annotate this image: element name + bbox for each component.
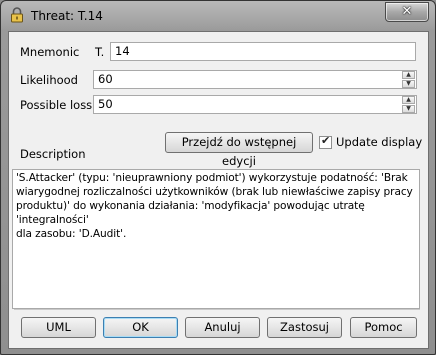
update-display-checkbox[interactable]: ✔ xyxy=(319,134,332,149)
mnemonic-value: 14 xyxy=(115,44,130,58)
possible-loss-down-arrow-icon[interactable]: ▼ xyxy=(402,105,415,113)
possible-loss-spinner[interactable]: 50 ▲ ▼ xyxy=(93,95,417,114)
close-icon: ✕ xyxy=(401,4,413,19)
help-button[interactable]: Pomoc xyxy=(350,317,417,338)
title-bar[interactable]: Threat: T.14 ✕ xyxy=(1,1,435,31)
likelihood-up-arrow-icon[interactable]: ▲ xyxy=(402,71,415,79)
ok-button[interactable]: OK xyxy=(103,317,178,338)
description-textarea[interactable]: 'S.Attacker' (typu: 'nieuprawniony podmi… xyxy=(12,169,420,309)
likelihood-down-arrow-icon[interactable]: ▼ xyxy=(402,80,415,88)
possible-loss-up-arrow-icon[interactable]: ▲ xyxy=(402,96,415,104)
likelihood-value: 60 xyxy=(98,72,113,86)
threat-dialog-window: Threat: T.14 ✕ Mnemonic T. 14 Likelihood… xyxy=(0,0,436,355)
uml-button[interactable]: UML xyxy=(21,317,96,338)
possible-loss-spin-buttons: ▲ ▼ xyxy=(402,96,415,113)
close-button[interactable]: ✕ xyxy=(385,2,429,22)
possible-loss-label: Possible loss xyxy=(20,98,93,112)
description-label: Description xyxy=(20,147,86,161)
cancel-button[interactable]: Anuluj xyxy=(185,317,260,338)
lock-icon xyxy=(11,7,23,23)
possible-loss-value: 50 xyxy=(98,97,113,111)
dialog-client-area: Mnemonic T. 14 Likelihood 60 ▲ ▼ Possibl… xyxy=(8,31,429,349)
likelihood-spin-buttons: ▲ ▼ xyxy=(402,71,415,88)
likelihood-spinner[interactable]: 60 ▲ ▼ xyxy=(93,70,417,89)
checkmark-icon: ✔ xyxy=(321,134,331,147)
initial-edit-button[interactable]: Przejdź do wstępnej edycji xyxy=(165,132,313,168)
mnemonic-label: Mnemonic xyxy=(20,45,80,59)
separator xyxy=(14,309,420,310)
mnemonic-input[interactable]: 14 xyxy=(110,42,416,61)
mnemonic-prefix: T. xyxy=(95,45,105,59)
likelihood-label: Likelihood xyxy=(20,73,78,87)
update-display-label[interactable]: Update display xyxy=(336,135,422,149)
window-title: Threat: T.14 xyxy=(31,9,103,23)
apply-button[interactable]: Zastosuj xyxy=(267,317,342,338)
